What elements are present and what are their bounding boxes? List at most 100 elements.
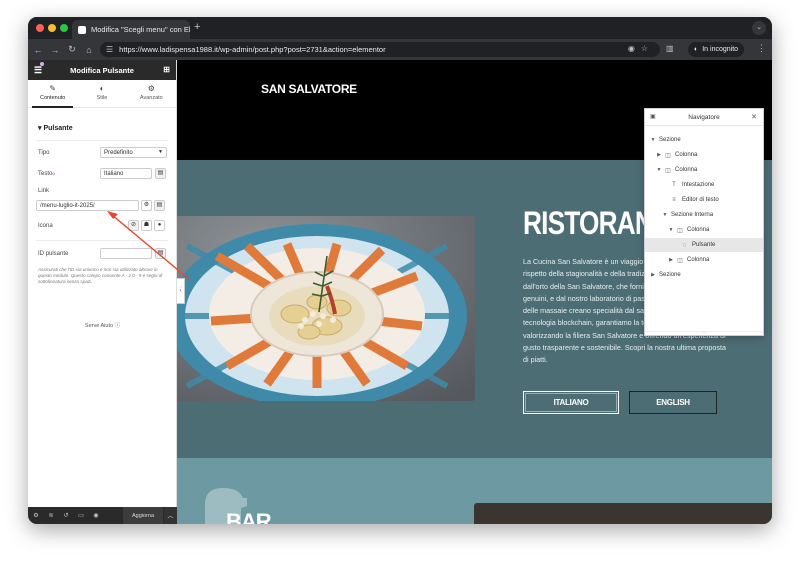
button-id-input[interactable] (100, 248, 152, 259)
layers-icon[interactable]: ≋ (44, 512, 58, 519)
navigator-item-column[interactable]: ▶ ◫ Colonna (645, 253, 763, 267)
dynamic-tags-icon[interactable]: ▤ (155, 168, 166, 179)
browser-toolbar: ← → ↻ ⌂ ☰ https://www.ladispensa1988.it/… (28, 39, 772, 60)
side-panel-icon[interactable]: ▥ (666, 44, 674, 53)
navigator-item-label: Sezione (659, 137, 681, 143)
preview-eye-icon[interactable]: ◉ (89, 512, 103, 519)
browser-tab[interactable]: Modifica "Scegli menu" con Elementor ✕ (72, 20, 190, 39)
site-info-icon[interactable]: ☰ (106, 45, 113, 54)
tracking-protection-icon[interactable]: ◉ (628, 44, 641, 53)
minimize-window-button[interactable] (48, 24, 56, 32)
tab-style-label: Stile (96, 95, 108, 101)
question-circle-icon: ⓘ (114, 323, 121, 329)
settings-icon[interactable]: ⚙ (29, 512, 43, 519)
tab-content[interactable]: ✎ Contenuto (28, 80, 77, 108)
link-label: Link (38, 188, 50, 194)
responsive-mode-icon[interactable]: ▭ (74, 512, 88, 519)
column-icon: ◫ (665, 152, 671, 159)
close-window-button[interactable] (36, 24, 44, 32)
tab-advanced[interactable]: ⚙ Avanzato (127, 80, 176, 107)
button-id-label: ID pulsante (38, 251, 69, 257)
dish-photo[interactable] (177, 216, 475, 401)
link-input[interactable]: /menu-luglio-it-2025/ (36, 200, 139, 211)
navigator-item-label: Intestazione (682, 182, 715, 188)
icon-label: Icona (38, 223, 53, 229)
tab-bar: Modifica "Scegli menu" con Elementor ✕ +… (28, 17, 772, 39)
bookmark-star-icon[interactable]: ☆ (641, 44, 654, 53)
navigator-item-text-editor[interactable]: ≡ Editor di testo (645, 193, 763, 207)
italian-menu-button[interactable]: ITALIANO (523, 391, 619, 414)
tab-search-icon[interactable]: ⌄ (752, 21, 766, 35)
tab-style[interactable]: ◐ Stile (77, 80, 126, 107)
navigator-item-label: Colonna (675, 152, 698, 158)
close-navigator-icon[interactable]: ✕ (751, 113, 757, 121)
column-icon: ◫ (677, 227, 683, 234)
history-icon[interactable]: ↺ (59, 512, 73, 519)
english-menu-button[interactable]: ENGLISH (629, 391, 717, 414)
navigator-item-section[interactable]: ▼ Sezione (645, 133, 763, 147)
forward-icon[interactable]: → (48, 45, 62, 55)
button-section-toggle[interactable]: ▾ Pulsante (38, 124, 73, 132)
update-button[interactable]: Aggiorna (123, 507, 163, 524)
navigator-item-column[interactable]: ▼ ◫ Colonna (645, 223, 763, 237)
navigator-item-heading[interactable]: T Intestazione (645, 178, 763, 192)
navigator-item-section[interactable]: ▶ Sezione (645, 268, 763, 282)
bar-photo[interactable] (474, 503, 772, 524)
upload-svg-button[interactable]: ● (154, 220, 165, 231)
navigator-resize-handle[interactable]: ⋯ (645, 331, 763, 335)
widgets-grid-icon[interactable]: ⊞ (163, 65, 170, 74)
maximize-window-button[interactable] (60, 24, 68, 32)
id-dynamic-tags-icon[interactable]: ▤ (155, 248, 166, 259)
bar-heading[interactable]: BAR (226, 509, 272, 524)
link-options-gear-icon[interactable]: ⚙ (141, 200, 152, 211)
brand-heading[interactable]: SAN SALVATORE (261, 82, 357, 96)
browser-menu-icon[interactable]: ⋮ (757, 43, 766, 54)
no-icon-button[interactable]: ⊘ (128, 220, 139, 231)
need-help-label: Serve Aiuto (84, 323, 114, 329)
chevron-down-icon: ▼ (650, 137, 656, 143)
update-options-icon[interactable]: ︿ (164, 507, 177, 524)
address-bar[interactable]: ☰ https://www.ladispensa1988.it/wp-admin… (100, 42, 660, 57)
navigator-item-button[interactable]: ☜ Pulsante (645, 238, 763, 252)
caret-down-icon: ▾ (38, 125, 42, 132)
type-select[interactable]: Predefinito ▼ (100, 147, 167, 158)
gear-icon: ⚙ (147, 84, 155, 93)
home-icon[interactable]: ⌂ (82, 45, 96, 55)
chevron-down-icon: ▼ (668, 227, 674, 233)
navigator-item-column[interactable]: ▶ ◫ Colonna (645, 148, 763, 162)
editor-panel: ☰ Modifica Pulsante ⊞ ✎ Contenuto ◐ Stil… (28, 60, 177, 524)
incognito-icon: ◐ (694, 46, 699, 53)
hamburger-menu-icon[interactable]: ☰ (34, 65, 42, 76)
incognito-indicator[interactable]: ◐ In incognito (688, 42, 745, 57)
chevron-right-icon: ▶ (651, 272, 655, 278)
navigator-expand-icon[interactable]: ▣ (650, 113, 656, 120)
text-input[interactable]: Italiano (100, 168, 152, 179)
type-label: Tipo (38, 150, 50, 156)
link-dynamic-tags-icon[interactable]: ▤ (154, 200, 165, 211)
ai-sparkle-icon[interactable]: ✧ (51, 171, 56, 178)
back-icon[interactable]: ← (31, 45, 45, 55)
navigator-item-label: Sezione Interna (671, 212, 714, 218)
chevron-right-icon: ▶ (669, 257, 673, 263)
link-value: /menu-luglio-it-2025/ (40, 202, 95, 209)
need-help-link[interactable]: Serve Aiuto ⓘ (28, 321, 177, 329)
chevron-down-icon: ▼ (656, 167, 662, 173)
type-value: Predefinito (104, 149, 133, 156)
collapse-panel-icon[interactable]: ‹ (177, 278, 185, 304)
navigator-item-inner-section[interactable]: ▼ Sezione Interna (645, 208, 763, 222)
icon-library-button[interactable]: ☗ (141, 220, 152, 231)
button-widget-icon: ☜ (681, 242, 687, 249)
address-url[interactable]: https://www.ladispensa1988.it/wp-admin/p… (119, 45, 385, 54)
navigator-title: Navigatore (688, 113, 720, 121)
navigator-item-label: Editor di testo (682, 197, 719, 203)
tab-advanced-label: Avanzato (139, 95, 163, 101)
chevron-down-icon: ▼ (662, 212, 668, 218)
new-tab-icon[interactable]: + (194, 21, 200, 33)
pasta-dish-image (177, 216, 475, 401)
panel-tabs: ✎ Contenuto ◐ Stile ⚙ Avanzato (28, 80, 176, 108)
column-icon: ◫ (677, 257, 683, 264)
text-value: Italiano (104, 170, 124, 177)
navigator-item-column[interactable]: ▼ ◫ Colonna (645, 163, 763, 177)
panel-title: Modifica Pulsante (70, 65, 134, 75)
reload-icon[interactable]: ↻ (65, 44, 79, 55)
